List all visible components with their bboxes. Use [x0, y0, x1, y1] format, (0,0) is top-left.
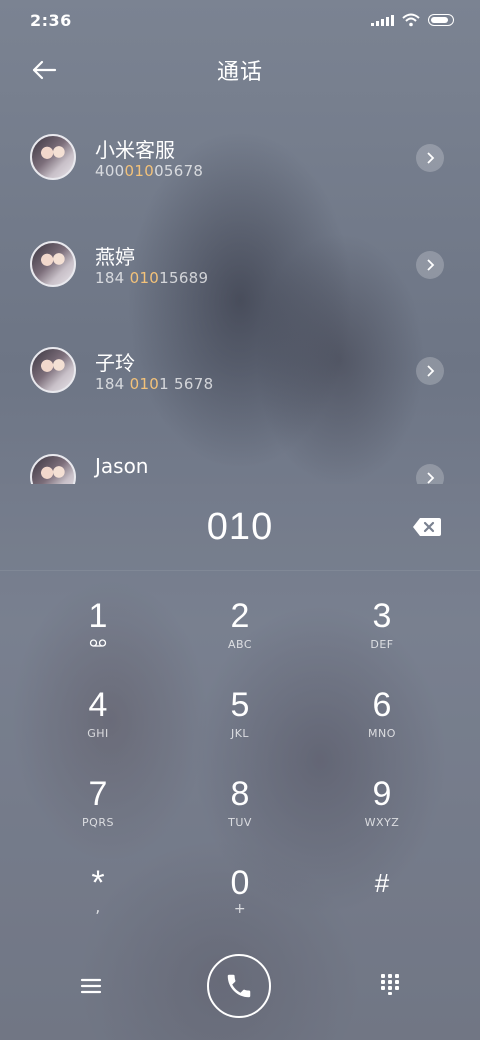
- chevron-right-icon: [427, 152, 435, 164]
- key-star[interactable]: * ,: [38, 863, 158, 943]
- key-digit: #: [374, 868, 390, 898]
- key-letters: ,: [95, 897, 101, 916]
- avatar: [30, 347, 76, 393]
- key-5[interactable]: 5 JKL: [180, 685, 300, 765]
- contact-row[interactable]: Jason: [0, 440, 480, 484]
- key-8[interactable]: 8 TUV: [180, 774, 300, 854]
- key-letters: ABC: [227, 638, 253, 651]
- key-4[interactable]: 4 GHI: [38, 685, 158, 765]
- key-hash[interactable]: #: [322, 863, 442, 943]
- page-title: 通话: [216, 60, 263, 85]
- key-letters: TUV: [228, 816, 252, 829]
- key-letters: WXYZ: [364, 816, 400, 829]
- key-2[interactable]: 2 ABC: [180, 596, 300, 676]
- key-9[interactable]: 9 WXYZ: [322, 774, 442, 854]
- dialed-number: 010: [206, 506, 274, 548]
- contact-detail-button[interactable]: [416, 464, 444, 484]
- contact-number: 184 0101 5678: [95, 375, 214, 393]
- divider: [0, 570, 480, 571]
- avatar: [30, 241, 76, 287]
- key-3[interactable]: 3 DEF: [322, 596, 442, 676]
- phone-icon: [227, 974, 251, 998]
- key-digit: 2: [230, 597, 250, 635]
- signal-icon: [371, 14, 394, 26]
- chevron-right-icon: [427, 472, 435, 484]
- menu-button[interactable]: [78, 974, 104, 998]
- bottom-action-bar: [0, 952, 480, 1022]
- key-digit: 6: [372, 686, 392, 724]
- key-7[interactable]: 7 PQRS: [38, 774, 158, 854]
- chevron-right-icon: [427, 259, 435, 271]
- contact-number: 40001005678: [95, 162, 204, 180]
- key-digit: 3: [372, 597, 392, 635]
- contact-name: 小米客服: [95, 138, 175, 162]
- backspace-icon: [413, 518, 441, 536]
- key-digit: 4: [88, 686, 108, 724]
- key-letters: MNO: [368, 727, 396, 740]
- status-time: 2:36: [30, 10, 72, 30]
- key-1[interactable]: 1: [38, 596, 158, 676]
- contact-detail-button[interactable]: [416, 144, 444, 172]
- contact-name: 子玲: [95, 351, 135, 375]
- contact-detail-button[interactable]: [416, 357, 444, 385]
- key-digit: 7: [88, 775, 108, 813]
- key-letters: GHI: [87, 727, 109, 740]
- contact-name: 燕婷: [95, 245, 135, 269]
- key-letters: PQRS: [82, 816, 114, 829]
- key-6[interactable]: 6 MNO: [322, 685, 442, 765]
- key-0[interactable]: 0 +: [180, 863, 300, 943]
- back-button[interactable]: [26, 56, 62, 84]
- dialpad: 010 1 2 ABC 3 DEF 4 GHI 5 JKL 6 MNO 7 PQ…: [0, 484, 480, 1040]
- key-letters: DEF: [370, 638, 394, 651]
- avatar: [30, 454, 76, 484]
- menu-icon: [80, 978, 102, 994]
- key-digit: 5: [230, 686, 250, 724]
- avatar: [30, 134, 76, 180]
- dialpad-grid-icon: [381, 974, 399, 995]
- dialpad-toggle-button[interactable]: [378, 972, 402, 996]
- header: 通话: [0, 48, 480, 92]
- key-digit: 1: [88, 597, 108, 635]
- contact-list: 小米客服 40001005678 燕婷 184 01015689 子玲 184 …: [0, 120, 480, 484]
- status-icons: [371, 13, 454, 27]
- key-digit: 8: [230, 775, 250, 813]
- contact-row[interactable]: 小米客服 40001005678: [0, 120, 480, 220]
- key-letters: +: [233, 901, 247, 917]
- contact-number: 184 01015689: [95, 269, 209, 287]
- status-bar: 2:36: [0, 0, 480, 40]
- contact-name: Jason: [95, 454, 149, 478]
- contact-row[interactable]: 子玲 184 0101 5678: [0, 333, 480, 433]
- key-letters: JKL: [230, 727, 250, 740]
- battery-icon: [428, 14, 454, 26]
- contact-detail-button[interactable]: [416, 251, 444, 279]
- key-digit: 9: [372, 775, 392, 813]
- call-button[interactable]: [207, 954, 271, 1018]
- back-arrow-icon: [32, 60, 57, 80]
- contact-row[interactable]: 燕婷 184 01015689: [0, 227, 480, 327]
- chevron-right-icon: [427, 365, 435, 377]
- backspace-button[interactable]: [412, 516, 442, 538]
- key-digit: 0: [230, 864, 250, 902]
- wifi-icon: [402, 13, 420, 27]
- voicemail-icon: [38, 638, 158, 651]
